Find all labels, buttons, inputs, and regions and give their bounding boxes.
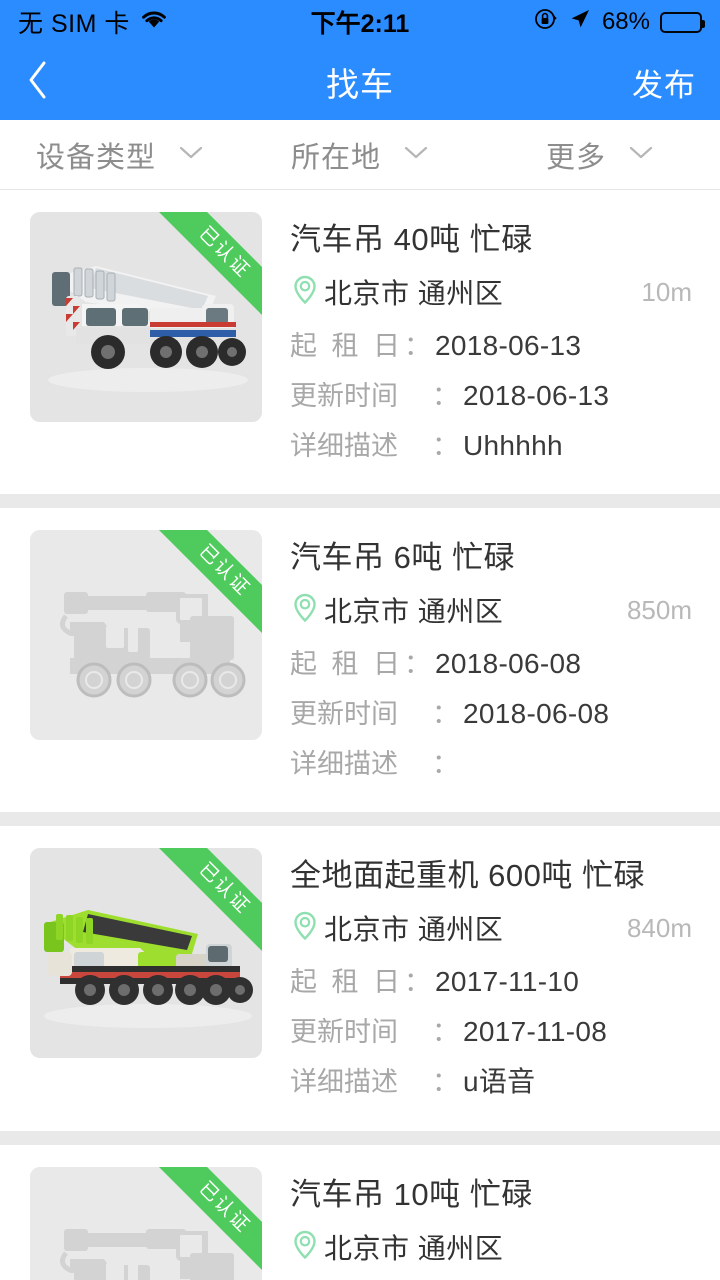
detail-row: 更新时间 ： 2018-06-13 (290, 374, 692, 413)
listing-thumbnail[interactable]: 已认证 (30, 1167, 262, 1280)
colon-separator: ： (404, 649, 431, 679)
list-separator (0, 494, 720, 508)
status-bar-right: 68% (534, 7, 705, 38)
colon-separator: ： (432, 749, 459, 779)
rent-date-value: 2017-11-10 (435, 966, 580, 997)
colon-separator: ： (432, 1017, 459, 1047)
detail-row: 起 租 日 ： 2018-06-08 (290, 642, 692, 681)
battery-icon (660, 11, 705, 33)
filter-label: 设备类型 (35, 141, 156, 174)
description-label: 详细描述 (290, 431, 398, 461)
rotation-lock-icon (534, 7, 558, 38)
colon-separator: ： (432, 1067, 459, 1097)
back-button[interactable] (24, 59, 70, 105)
filter-label: 更多 (545, 141, 606, 174)
update-time-value: 2018-06-08 (463, 698, 610, 729)
list-separator (0, 812, 720, 826)
filter-label: 所在地 (290, 141, 381, 174)
update-time-value: 2017-11-08 (463, 1016, 608, 1047)
publish-button[interactable]: 发布 (632, 60, 696, 105)
filter-location[interactable]: 所在地 (240, 120, 480, 189)
page-title: 找车 (326, 66, 394, 103)
listing-title: 汽车吊 6吨 忙碌 (290, 540, 515, 575)
listing-info: 汽车吊 10吨 忙碌 北京市 通州区 (290, 1167, 692, 1280)
listing-title: 全地面起重机 600吨 忙碌 (290, 858, 645, 893)
update-time-label: 更新时间 (290, 699, 398, 729)
listing-title: 汽车吊 10吨 忙碌 (290, 1177, 533, 1212)
location-pin-icon (290, 273, 320, 312)
colon-separator: ： (404, 331, 431, 361)
listing-card[interactable]: 已认证 汽车吊 6吨 忙碌 北京市 通州区 850m 起 租 日 ： 2018-… (0, 508, 720, 812)
filter-bar: 设备类型 所在地 更多 (0, 120, 720, 190)
location-pin-icon (290, 1228, 320, 1267)
status-bar: 无 SIM 卡 下午2:11 68% (0, 0, 720, 44)
listing-location: 北京市 通州区 (324, 1233, 504, 1264)
listing-location: 北京市 通州区 (324, 914, 504, 945)
listing-location-row: 北京市 通州区 840m (290, 908, 692, 948)
detail-row: 详细描述 ： u语音 (290, 1060, 692, 1100)
colon-separator: ： (404, 967, 431, 997)
listing-location: 北京市 通州区 (324, 596, 504, 627)
listing-location-row: 北京市 通州区 10m (290, 272, 692, 312)
listing-info: 汽车吊 6吨 忙碌 北京市 通州区 850m 起 租 日 ： 2018-06-0… (290, 530, 692, 792)
description-label: 详细描述 (290, 1067, 398, 1097)
rent-date-value: 2018-06-08 (435, 648, 582, 679)
rent-date-value: 2018-06-13 (435, 330, 582, 361)
location-pin-icon (290, 909, 320, 948)
detail-row: 更新时间 ： 2017-11-08 (290, 1010, 692, 1049)
description-value: Uhhhhh (463, 430, 563, 461)
listing-title: 汽车吊 40吨 忙碌 (290, 222, 533, 257)
listing-card[interactable]: 已认证 全地面起重机 600吨 忙碌 北京市 通州区 840m 起 租 日 ： … (0, 826, 720, 1131)
status-bar-left: 无 SIM 卡 (18, 4, 169, 40)
chevron-down-icon (403, 144, 429, 165)
location-arrow-icon (568, 7, 592, 38)
location-pin-icon (290, 591, 320, 630)
chevron-down-icon (178, 144, 204, 165)
listing-list: 已认证 汽车吊 40吨 忙碌 北京市 通州区 10m 起 租 日 ： 2018-… (0, 190, 720, 1280)
rent-date-label: 起 租 日 (290, 649, 400, 679)
rent-date-label: 起 租 日 (290, 331, 400, 361)
description-value: u语音 (463, 1066, 536, 1097)
listing-card[interactable]: 已认证 汽车吊 10吨 忙碌 北京市 通州区 (0, 1145, 720, 1280)
filter-equipment-type[interactable]: 设备类型 (0, 120, 240, 189)
listing-thumbnail[interactable]: 已认证 (30, 212, 262, 422)
colon-separator: ： (432, 699, 459, 729)
listing-location-row: 北京市 通州区 850m (290, 590, 692, 630)
colon-separator: ： (432, 381, 459, 411)
listing-thumbnail[interactable]: 已认证 (30, 848, 262, 1058)
listing-location: 北京市 通州区 (324, 278, 504, 309)
nav-bar: 找车 发布 (0, 44, 720, 120)
update-time-label: 更新时间 (290, 381, 398, 411)
listing-distance: 850m (626, 594, 692, 625)
chevron-down-icon (628, 144, 654, 165)
carrier-label: 无 SIM 卡 (18, 10, 130, 38)
listing-distance: 10m (641, 276, 692, 307)
detail-row: 起 租 日 ： 2017-11-10 (290, 960, 692, 999)
listing-info: 汽车吊 40吨 忙碌 北京市 通州区 10m 起 租 日 ： 2018-06-1… (290, 212, 692, 474)
detail-row: 详细描述 ： Uhhhhh (290, 424, 692, 463)
filter-more[interactable]: 更多 (480, 120, 720, 189)
update-time-label: 更新时间 (290, 1017, 398, 1047)
listing-location-row: 北京市 通州区 (290, 1227, 692, 1267)
listing-distance: 840m (626, 912, 692, 943)
detail-row: 起 租 日 ： 2018-06-13 (290, 324, 692, 363)
description-label: 详细描述 (290, 749, 398, 779)
battery-percent-label: 68% (601, 8, 650, 35)
listing-info: 全地面起重机 600吨 忙碌 北京市 通州区 840m 起 租 日 ： 2017… (290, 848, 692, 1111)
colon-separator: ： (432, 431, 459, 461)
chevron-left-icon (24, 57, 52, 108)
detail-row: 更新时间 ： 2018-06-08 (290, 692, 692, 731)
listing-thumbnail[interactable]: 已认证 (30, 530, 262, 740)
wifi-icon (139, 8, 169, 37)
listing-card[interactable]: 已认证 汽车吊 40吨 忙碌 北京市 通州区 10m 起 租 日 ： 2018-… (0, 190, 720, 494)
update-time-value: 2018-06-13 (463, 380, 610, 411)
detail-row: 详细描述 ： (290, 742, 692, 781)
rent-date-label: 起 租 日 (290, 967, 400, 997)
list-separator (0, 1131, 720, 1145)
